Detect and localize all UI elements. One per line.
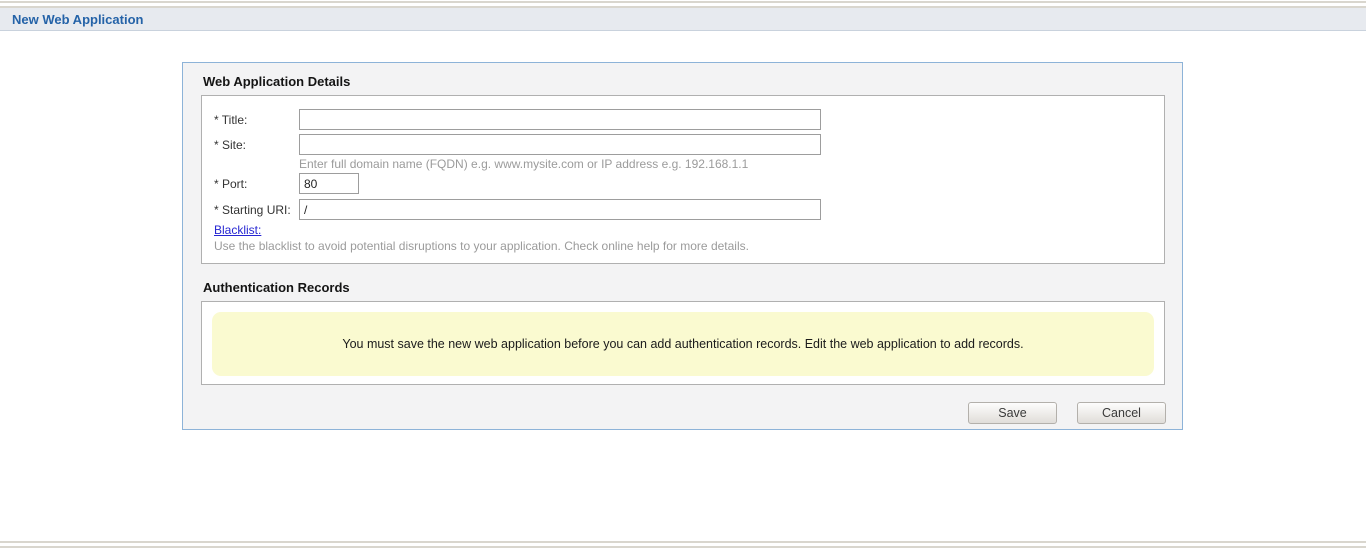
cancel-button[interactable]: Cancel [1077, 402, 1166, 424]
page-background: New Web Application Web Application Deta… [0, 0, 1366, 551]
site-field-row: * Site: [214, 134, 821, 155]
details-section-heading: Web Application Details [203, 74, 351, 89]
blacklist-link[interactable]: Blacklist: [214, 223, 261, 237]
port-input[interactable] [299, 173, 359, 194]
starting-uri-label: * Starting URI: [214, 202, 291, 217]
site-input[interactable] [299, 134, 821, 155]
blacklist-hint-text: Use the blacklist to avoid potential dis… [214, 239, 749, 253]
page-title: New Web Application [12, 11, 144, 27]
new-web-application-panel: Web Application Details * Title: * Site:… [182, 62, 1183, 430]
authentication-section-heading: Authentication Records [203, 280, 350, 295]
page-header-bar: New Web Application [0, 8, 1366, 31]
title-label: * Title: [214, 112, 248, 127]
web-application-details-box: * Title: * Site: Enter full domain name … [201, 95, 1165, 264]
save-button[interactable]: Save [968, 402, 1057, 424]
window-edge-line-bottom2 [0, 546, 1366, 548]
port-field-row: * Port: [214, 173, 359, 194]
starting-uri-input[interactable] [299, 199, 821, 220]
title-input[interactable] [299, 109, 821, 130]
window-edge-line-top [0, 1, 1366, 3]
authentication-notice-text: You must save the new web application be… [342, 337, 1024, 351]
authentication-records-box: You must save the new web application be… [201, 301, 1165, 385]
title-field-row: * Title: [214, 109, 821, 130]
action-button-row: Save Cancel [968, 402, 1166, 424]
window-edge-line-bottom [0, 541, 1366, 543]
port-label: * Port: [214, 176, 248, 191]
site-label: * Site: [214, 137, 247, 152]
starting-uri-field-row: * Starting URI: [214, 199, 821, 220]
site-hint-text: Enter full domain name (FQDN) e.g. www.m… [299, 157, 749, 171]
authentication-notice: You must save the new web application be… [212, 312, 1154, 376]
